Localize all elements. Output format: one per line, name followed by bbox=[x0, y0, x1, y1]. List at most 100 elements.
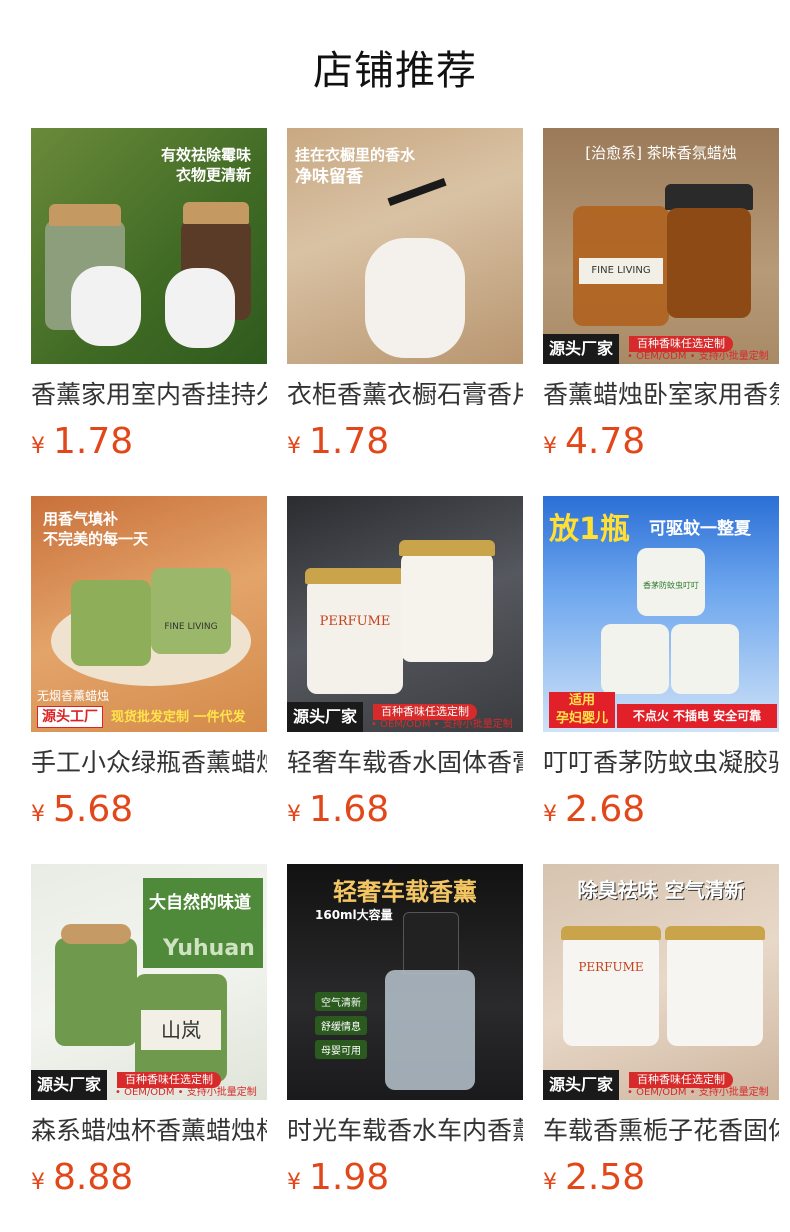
product-image[interactable]: 有效祛除霉味 衣物更清新 bbox=[31, 128, 267, 364]
product-card[interactable]: 有效祛除霉味 衣物更清新 香薰家用室内香挂持久 ¥1.78 bbox=[31, 128, 267, 464]
product-price: ¥4.78 bbox=[543, 420, 779, 464]
image-caption: 无烟香薰蜡烛 bbox=[37, 689, 110, 703]
product-name[interactable]: 香薰家用室内香挂持久 bbox=[31, 378, 267, 412]
lid-shape bbox=[665, 926, 765, 940]
price-value: 1.78 bbox=[309, 421, 390, 462]
product-price: ¥5.68 bbox=[31, 788, 267, 832]
capacity-text: 160ml大容量 bbox=[315, 908, 393, 922]
price-value: 2.58 bbox=[565, 1157, 646, 1198]
image-caption: 衣物更清新 bbox=[175, 166, 251, 184]
jar-label: FINE LIVING bbox=[579, 258, 663, 284]
product-card[interactable]: [治愈系] 茶味香氛蜡烛 FINE LIVING 源头厂家 百种香味任选定制 •… bbox=[543, 128, 779, 464]
product-price: ¥2.68 bbox=[543, 788, 779, 832]
image-caption: 大自然的味道 bbox=[149, 893, 251, 913]
product-name[interactable]: 叮叮香茅防蚊虫凝胶驱 bbox=[543, 746, 779, 780]
jar-shape bbox=[151, 568, 231, 654]
product-price: ¥1.98 bbox=[287, 1156, 523, 1200]
currency-symbol: ¥ bbox=[31, 434, 45, 459]
feature-pill: 空气清新 bbox=[315, 992, 367, 1011]
price-value: 1.78 bbox=[53, 421, 134, 462]
product-image[interactable]: 轻奢车载香薰 160ml大容量 空气清新 舒缓情息 母婴可用 bbox=[287, 864, 523, 1100]
price-value: 8.88 bbox=[53, 1157, 134, 1198]
product-image[interactable]: FINE LIVING 用香气填补 不完美的每一天 无烟香薰蜡烛 源头工厂 现货… bbox=[31, 496, 267, 732]
currency-symbol: ¥ bbox=[31, 1170, 45, 1195]
jar-shape bbox=[307, 578, 403, 694]
jar-label: PERFUME bbox=[578, 960, 644, 974]
product-image[interactable]: [治愈系] 茶味香氛蜡烛 FINE LIVING 源头厂家 百种香味任选定制 •… bbox=[543, 128, 779, 364]
product-image[interactable]: 挂在衣橱里的香水 净味留香 bbox=[287, 128, 523, 364]
product-image[interactable]: 放1瓶 可驱蚊一整夏 香茅防蚊虫叮叮 适用 孕妇婴儿 不点火 不插电 安全可靠 bbox=[543, 496, 779, 732]
jar-label: 香茅防蚊虫叮叮 bbox=[643, 581, 699, 590]
tablet-shape bbox=[165, 268, 235, 348]
source-tag: 源头厂家 bbox=[543, 1070, 620, 1100]
product-price: ¥1.68 bbox=[287, 788, 523, 832]
currency-symbol: ¥ bbox=[543, 1170, 557, 1195]
lid-shape bbox=[183, 202, 249, 224]
image-caption: 用香气填补 bbox=[43, 510, 119, 528]
price-value: 1.68 bbox=[309, 789, 390, 830]
source-tag: 源头厂家 bbox=[31, 1070, 108, 1100]
image-caption: [治愈系] 茶味香氛蜡烛 bbox=[585, 144, 737, 162]
oem-tag: • OEM/ODM • 支持小批量定制 bbox=[627, 351, 769, 362]
product-card[interactable]: 放1瓶 可驱蚊一整夏 香茅防蚊虫叮叮 适用 孕妇婴儿 不点火 不插电 安全可靠 … bbox=[543, 496, 779, 832]
tablet-shape bbox=[365, 238, 465, 358]
headline: 轻奢车载香薰 bbox=[333, 878, 477, 906]
price-value: 4.78 bbox=[565, 421, 646, 462]
currency-symbol: ¥ bbox=[287, 1170, 301, 1195]
feature-pill: 舒缓情息 bbox=[315, 1016, 367, 1035]
image-caption: 有效祛除霉味 bbox=[160, 146, 251, 164]
headline: 除臭祛味 空气清新 bbox=[577, 878, 745, 902]
ribbon-shape bbox=[387, 177, 447, 207]
product-price: ¥1.78 bbox=[31, 420, 267, 464]
lid-shape bbox=[665, 184, 753, 210]
source-tag: 源头工厂 bbox=[37, 706, 103, 728]
price-value: 1.98 bbox=[309, 1157, 390, 1198]
image-caption: 不完美的每一天 bbox=[43, 530, 149, 548]
currency-symbol: ¥ bbox=[543, 802, 557, 827]
product-card[interactable]: 轻奢车载香薰 160ml大容量 空气清新 舒缓情息 母婴可用 时光车载香水车内香… bbox=[287, 864, 523, 1200]
oem-tag: • OEM/ODM • 支持小批量定制 bbox=[627, 1087, 769, 1098]
product-name[interactable]: 轻奢车载香水固体香膏 bbox=[287, 746, 523, 780]
product-name[interactable]: 手工小众绿瓶香薰蜡烛 bbox=[31, 746, 267, 780]
jar-shape bbox=[667, 934, 763, 1046]
safety-banner: 不点火 不插电 安全可靠 bbox=[617, 704, 777, 728]
product-price: ¥1.78 bbox=[287, 420, 523, 464]
product-image[interactable]: 大自然的味道 Yuhuan 山岚 源头厂家 百种香味任选定制 • OEM/ODM… bbox=[31, 864, 267, 1100]
bottle-shape bbox=[385, 970, 475, 1090]
page-title: 店铺推荐 bbox=[313, 48, 477, 94]
jar-label: PERFUME bbox=[319, 614, 391, 629]
currency-symbol: ¥ bbox=[543, 434, 557, 459]
currency-symbol: ¥ bbox=[287, 434, 301, 459]
jar-shape bbox=[71, 580, 151, 666]
jar-shape bbox=[563, 934, 659, 1046]
currency-symbol: ¥ bbox=[287, 802, 301, 827]
feature-pill: 母婴可用 bbox=[315, 1040, 367, 1059]
lid-shape bbox=[399, 540, 495, 556]
product-name[interactable]: 香薰蜡烛卧室家用香氛 bbox=[543, 378, 779, 412]
lid-shape bbox=[561, 926, 661, 940]
lid-shape bbox=[49, 204, 121, 226]
product-name[interactable]: 时光车载香水车内香薰 bbox=[287, 1114, 523, 1148]
source-tag: 源头厂家 bbox=[287, 702, 364, 732]
image-caption: 净味留香 bbox=[295, 167, 363, 187]
oem-tag: • OEM/ODM • 支持小批量定制 bbox=[115, 1087, 257, 1098]
product-card[interactable]: 挂在衣橱里的香水 净味留香 衣柜香薰衣橱石膏香片 ¥1.78 bbox=[287, 128, 523, 464]
headline: 放1瓶 bbox=[549, 512, 630, 547]
headline: 可驱蚊一整夏 bbox=[649, 519, 751, 539]
product-name[interactable]: 车载香熏栀子花香固体 bbox=[543, 1114, 779, 1148]
lid-shape bbox=[305, 568, 405, 584]
product-card[interactable]: 除臭祛味 空气清新 PERFUME 源头厂家 百种香味任选定制 • OEM/OD… bbox=[543, 864, 779, 1200]
jar-shape bbox=[667, 208, 751, 318]
image-caption: 挂在衣橱里的香水 bbox=[295, 146, 416, 164]
product-name[interactable]: 衣柜香薰衣橱石膏香片 bbox=[287, 378, 523, 412]
target-tag: 适用 孕妇婴儿 bbox=[549, 692, 615, 728]
product-name[interactable]: 森系蜡烛杯香薰蜡烛杯 bbox=[31, 1114, 267, 1148]
product-price: ¥8.88 bbox=[31, 1156, 267, 1200]
product-image[interactable]: 除臭祛味 空气清新 PERFUME 源头厂家 百种香味任选定制 • OEM/OD… bbox=[543, 864, 779, 1100]
product-image[interactable]: PERFUME 源头厂家 百种香味任选定制 • OEM/ODM • 支持小批量定… bbox=[287, 496, 523, 732]
product-card[interactable]: FINE LIVING 用香气填补 不完美的每一天 无烟香薰蜡烛 源头工厂 现货… bbox=[31, 496, 267, 832]
product-card[interactable]: 大自然的味道 Yuhuan 山岚 源头厂家 百种香味任选定制 • OEM/ODM… bbox=[31, 864, 267, 1200]
wholesale-tag: 现货批发定制 一件代发 bbox=[111, 710, 246, 725]
product-card[interactable]: PERFUME 源头厂家 百种香味任选定制 • OEM/ODM • 支持小批量定… bbox=[287, 496, 523, 832]
source-tag: 源头厂家 bbox=[543, 334, 620, 364]
